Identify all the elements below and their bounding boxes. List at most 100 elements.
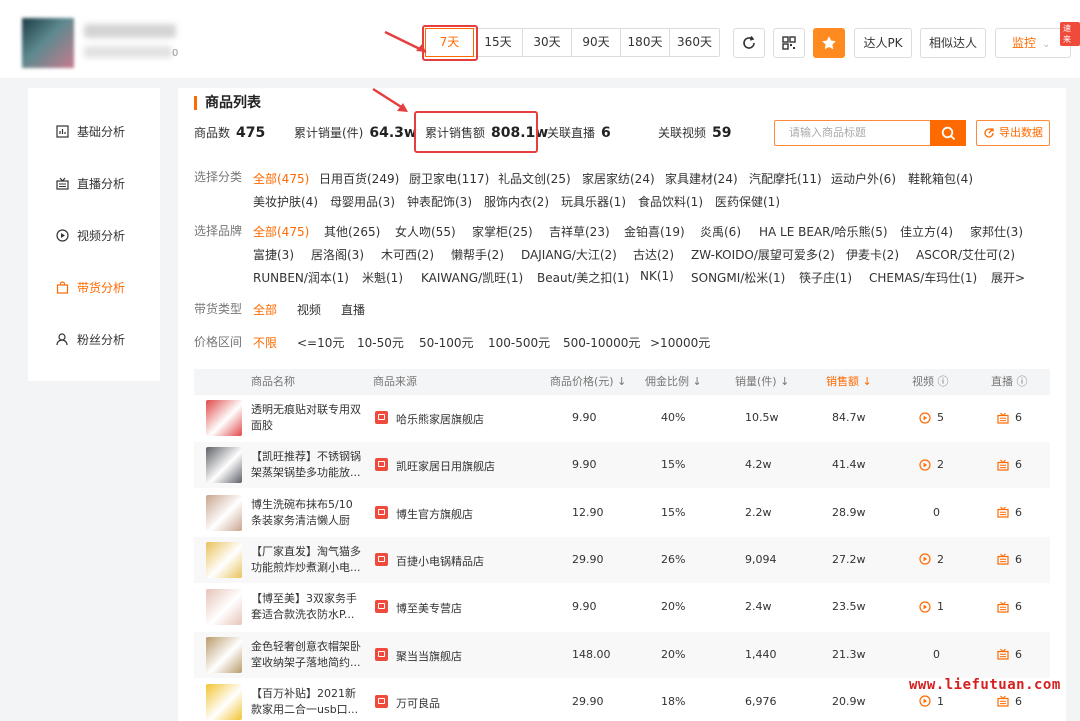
help-icon[interactable]: ⓘ <box>1017 375 1028 388</box>
shop-name[interactable]: 博生官方旗舰店 <box>396 506 473 522</box>
category-chip[interactable]: 食品饮料(1) <box>638 193 703 210</box>
product-thumbnail[interactable] <box>206 683 242 720</box>
video-count-link[interactable]: 2 <box>919 553 944 566</box>
sidebar-item-video[interactable]: 视频分析 <box>28 222 160 248</box>
brand-chip[interactable]: 其他(265) <box>324 223 380 240</box>
sidebar-item-fans[interactable]: 粉丝分析 <box>28 326 160 352</box>
help-icon[interactable]: ⓘ <box>938 375 949 388</box>
video-count-link[interactable]: 2 <box>919 458 944 471</box>
category-chip[interactable]: 服饰内衣(2) <box>484 193 549 210</box>
category-chip[interactable]: 美妆护肤(4) <box>253 193 318 210</box>
brand-chip[interactable]: CHEMAS/车玛仕(1) <box>869 269 977 286</box>
price-chip[interactable]: 500-10000元 <box>563 334 640 351</box>
type-chip[interactable]: 全部 <box>253 301 277 318</box>
brand-chip[interactable]: RUNBEN/润本(1) <box>253 269 349 286</box>
brand-chip[interactable]: KAIWANG/凯旺(1) <box>421 269 523 286</box>
brand-chip[interactable]: 筷子庄(1) <box>799 269 852 286</box>
video-count-link[interactable]: 5 <box>919 411 944 424</box>
product-name[interactable]: 博生洗碗布抹布5/10条装家务清洁懒人厨房... <box>251 497 363 529</box>
brand-chip[interactable]: 居洛阁(3) <box>311 246 364 263</box>
live-count-link[interactable]: 6 <box>997 648 1022 661</box>
period-90d[interactable]: 90天 <box>572 29 621 56</box>
live-count-link[interactable]: 6 <box>997 458 1022 471</box>
shop-name[interactable]: 凯旺家居日用旗舰店 <box>396 458 495 474</box>
similar-creators-button[interactable]: 相似达人 <box>920 28 986 58</box>
brand-chip[interactable]: 家掌柜(25) <box>472 223 533 240</box>
category-chip[interactable]: 汽配摩托(11) <box>749 170 822 187</box>
period-360d[interactable]: 360天 <box>670 29 719 56</box>
brand-chip[interactable]: ZW-KOIDO/展望可爱多(2) <box>691 246 835 263</box>
category-chip[interactable]: 厨卫家电(117) <box>409 170 489 187</box>
brand-chip[interactable]: SONGMI/松米(1) <box>691 269 785 286</box>
brand-chip[interactable]: DAJIANG/大江(2) <box>521 246 617 263</box>
price-chip[interactable]: <=10元 <box>297 334 344 351</box>
type-chip[interactable]: 视频 <box>297 301 321 318</box>
type-chip[interactable]: 直播 <box>341 301 365 318</box>
sidebar-item-live[interactable]: 直播分析 <box>28 170 160 196</box>
col-commission-sort[interactable]: 佣金比例 ↓ <box>645 369 702 395</box>
product-thumbnail[interactable] <box>206 541 242 578</box>
brand-expand-toggle[interactable]: 展开> <box>991 269 1025 286</box>
brand-chip[interactable]: 吉祥草(23) <box>549 223 610 240</box>
price-chip[interactable]: >10000元 <box>650 334 710 351</box>
qrcode-button[interactable] <box>773 28 805 58</box>
product-thumbnail[interactable] <box>206 494 242 531</box>
price-chip[interactable]: 100-500元 <box>488 334 550 351</box>
brand-chip[interactable]: 炎禹(6) <box>700 223 741 240</box>
shop-name[interactable]: 博至美专营店 <box>396 600 462 616</box>
table-row[interactable]: 博生洗碗布抹布5/10条装家务清洁懒人厨房... 博生官方旗舰店 12.90 15% 2… <box>194 490 1050 536</box>
brand-chip[interactable]: 伊麦卡(2) <box>846 246 899 263</box>
product-name[interactable]: 【厂家直发】淘气猫多功能煎炸炒煮涮小电... <box>251 544 363 576</box>
favorite-button[interactable] <box>813 28 845 58</box>
shop-name[interactable]: 哈乐熊家居旗舰店 <box>396 411 484 427</box>
category-chip[interactable]: 母婴用品(3) <box>330 193 395 210</box>
table-row[interactable]: 金色轻奢创意衣帽架卧室收纳架子落地简约... 聚当当旗舰店 148.00 20% 1,4… <box>194 631 1050 678</box>
search-button[interactable] <box>930 120 966 146</box>
video-count-link[interactable]: 1 <box>919 695 944 708</box>
brand-chip[interactable]: ASCOR/艾仕可(2) <box>916 246 1015 263</box>
period-15d[interactable]: 15天 <box>474 29 523 56</box>
category-chip[interactable]: 鞋靴箱包(4) <box>908 170 973 187</box>
shop-name[interactable]: 万可良品 <box>396 695 440 711</box>
sidebar-item-sales[interactable]: 带货分析 <box>28 274 160 300</box>
price-chip[interactable]: 50-100元 <box>419 334 474 351</box>
period-180d[interactable]: 180天 <box>621 29 670 56</box>
brand-chip[interactable]: HA LE BEAR/哈乐熊(5) <box>759 223 888 240</box>
brand-chip[interactable]: 全部(475) <box>253 223 309 240</box>
live-count-link[interactable]: 6 <box>997 411 1022 424</box>
shop-name[interactable]: 聚当当旗舰店 <box>396 648 462 664</box>
col-sales-sort[interactable]: 销量(件) ↓ <box>735 369 789 395</box>
category-chip[interactable]: 医药保健(1) <box>715 193 780 210</box>
live-count-link[interactable]: 6 <box>997 695 1022 708</box>
product-name[interactable]: 【博至美】3双家务手套适合款洗衣防水P... <box>251 591 363 623</box>
table-row[interactable]: 透明无痕贴对联专用双面胶 哈乐熊家居旗舰店 9.90 40% 10.5w 84.7w 5 6 <box>194 395 1050 441</box>
table-row[interactable]: 【博至美】3双家务手套适合款洗衣防水P... 博至美专营店 9.90 20% 2.4w 2… <box>194 584 1050 630</box>
live-count-link[interactable]: 6 <box>997 600 1022 613</box>
category-chip[interactable]: 全部(475) <box>253 170 309 187</box>
product-thumbnail[interactable] <box>206 400 242 436</box>
brand-chip[interactable]: NK(1) <box>640 269 674 283</box>
product-thumbnail[interactable] <box>206 589 242 626</box>
price-chip[interactable]: 不限 <box>253 334 277 351</box>
price-chip[interactable]: 10-50元 <box>357 334 404 351</box>
col-revenue-sort[interactable]: 销售额 ↓ <box>826 369 872 395</box>
category-chip[interactable]: 礼品文创(25) <box>498 170 571 187</box>
brand-chip[interactable]: 家邦仕(3) <box>970 223 1023 240</box>
product-name[interactable]: 【凯旺推荐】不锈钢锅架蒸架锅垫多功能放... <box>251 449 363 481</box>
export-data-button[interactable]: 导出数据 <box>976 120 1050 146</box>
live-count-link[interactable]: 6 <box>997 553 1022 566</box>
product-thumbnail[interactable] <box>206 636 242 673</box>
brand-chip[interactable]: 米魁(1) <box>362 269 403 286</box>
avatar[interactable] <box>22 18 74 68</box>
brand-chip[interactable]: 懒帮手(2) <box>451 246 504 263</box>
creator-pk-button[interactable]: 达人PK <box>854 28 912 58</box>
category-chip[interactable]: 玩具乐器(1) <box>561 193 626 210</box>
brand-chip[interactable]: 富捷(3) <box>253 246 294 263</box>
category-chip[interactable]: 日用百货(249) <box>319 170 399 187</box>
brand-chip[interactable]: 女人吻(55) <box>395 223 456 240</box>
col-price-sort[interactable]: 商品价格(元) ↓ <box>550 369 626 395</box>
sidebar-item-basic[interactable]: 基础分析 <box>28 118 160 144</box>
brand-chip[interactable]: Beaut/美之扣(1) <box>537 269 629 286</box>
brand-chip[interactable]: 佳立方(4) <box>900 223 953 240</box>
category-chip[interactable]: 家具建材(24) <box>665 170 738 187</box>
